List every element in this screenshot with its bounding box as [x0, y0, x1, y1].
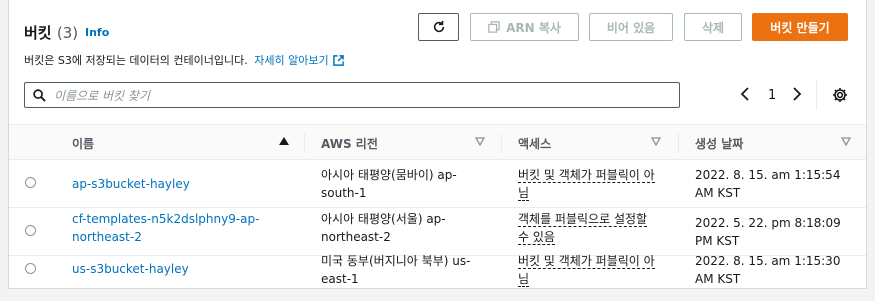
bucket-name-link[interactable]: ap-s3bucket-hayley — [72, 175, 272, 193]
info-link[interactable]: Info — [85, 26, 109, 39]
copy-arn-label: ARN 복사 — [506, 20, 561, 35]
column-name[interactable]: 이름 — [72, 135, 94, 152]
create-bucket-label: 버킷 만들기 — [770, 20, 830, 35]
row-select-radio[interactable] — [25, 263, 36, 274]
bucket-created: 2022. 8. 15. am 1:15:30 AM KST — [695, 254, 841, 286]
column-region[interactable]: AWS 리전 — [321, 135, 378, 152]
column-created[interactable]: 생성 날짜 — [695, 135, 743, 152]
empty-button[interactable]: 비어 있음 — [589, 13, 673, 41]
settings-button[interactable] — [832, 87, 848, 107]
bucket-created: 2022. 5. 22. pm 8:18:09 PM KST — [695, 216, 841, 248]
chevron-right-icon — [793, 87, 802, 101]
bucket-name-link[interactable]: us-s3bucket-hayley — [72, 260, 272, 278]
learn-more-label: 자세히 알아보기 — [254, 54, 329, 67]
description-text: 버킷은 S3에 저장되는 데이터의 컨테이너입니다. — [24, 54, 248, 67]
bucket-created: 2022. 8. 15. am 1:15:54 AM KST — [695, 168, 841, 200]
bucket-name-link[interactable]: cf-templates-n5k2dslphny9-ap-northeast-2 — [72, 210, 272, 246]
sort-down-icon[interactable] — [651, 137, 661, 146]
previous-page-button[interactable] — [740, 87, 750, 105]
row-select-radio[interactable] — [25, 225, 36, 236]
bucket-access-text: 버킷 및 객체가 퍼블릭이 아님 — [518, 254, 655, 287]
refresh-button[interactable] — [418, 13, 459, 41]
title-text: 버킷 — [24, 24, 52, 42]
delete-label: 삭제 — [701, 20, 725, 35]
search-input[interactable]: 이름으로 버킷 찾기 — [24, 82, 680, 108]
bucket-count: (3) — [56, 24, 79, 42]
sort-down-icon[interactable] — [841, 137, 851, 146]
refresh-icon — [433, 20, 444, 33]
delete-button[interactable]: 삭제 — [684, 13, 742, 41]
buckets-panel: 버킷 (3) Info 버킷은 S3에 저장되는 데이터의 컨테이너입니다. 자… — [8, 0, 867, 289]
external-link-icon — [332, 55, 344, 66]
bucket-access[interactable]: 객체를 퍼블릭으로 설정할 수 있음 — [518, 210, 658, 246]
column-separator — [304, 133, 305, 153]
bucket-access[interactable]: 버킷 및 객체가 퍼블릭이 아님 — [518, 252, 658, 288]
search-icon — [33, 88, 46, 102]
bucket-region: 미국 동부(버지니아 북부) us-east-1 — [321, 254, 471, 286]
column-access[interactable]: 액세스 — [518, 135, 551, 152]
description: 버킷은 S3에 저장되는 데이터의 컨테이너입니다. 자세히 알아보기 — [24, 52, 344, 68]
copy-arn-button[interactable]: ARN 복사 — [470, 13, 579, 41]
table-header: 이름 AWS 리전 액세스 생성 날짜 — [9, 124, 866, 160]
sort-up-icon[interactable] — [279, 137, 289, 146]
create-bucket-button[interactable]: 버킷 만들기 — [752, 13, 848, 41]
bucket-access[interactable]: 버킷 및 객체가 퍼블릭이 아님 — [518, 166, 658, 202]
page-number[interactable]: 1 — [768, 88, 776, 103]
table-row[interactable]: us-s3bucket-hayley 미국 동부(버지니아 북부) us-eas… — [9, 253, 866, 301]
divider — [816, 80, 817, 110]
bucket-access-text: 객체를 퍼블릭으로 설정할 수 있음 — [518, 212, 648, 245]
search-placeholder: 이름으로 버킷 찾기 — [54, 88, 150, 103]
column-separator — [501, 133, 502, 153]
empty-label: 비어 있음 — [606, 20, 656, 35]
copy-icon — [488, 21, 500, 33]
table-row[interactable]: cf-templates-n5k2dslphny9-ap-northeast-2… — [9, 208, 866, 256]
row-select-radio[interactable] — [25, 177, 36, 188]
next-page-button[interactable] — [792, 87, 802, 105]
gear-icon — [833, 88, 847, 102]
bucket-access-text: 버킷 및 객체가 퍼블릭이 아님 — [518, 168, 655, 201]
table-row[interactable]: ap-s3bucket-hayley 아시아 태평양(뭄바이) ap-south… — [9, 160, 866, 208]
learn-more-link[interactable]: 자세히 알아보기 — [254, 54, 344, 67]
column-separator — [678, 133, 679, 153]
bucket-region: 아시아 태평양(뭄바이) ap-south-1 — [321, 168, 457, 200]
bucket-region: 아시아 태평양(서울) ap-northeast-2 — [321, 212, 446, 244]
page-title: 버킷 (3) — [24, 22, 78, 43]
chevron-left-icon — [740, 87, 749, 101]
sort-down-icon[interactable] — [475, 137, 485, 146]
